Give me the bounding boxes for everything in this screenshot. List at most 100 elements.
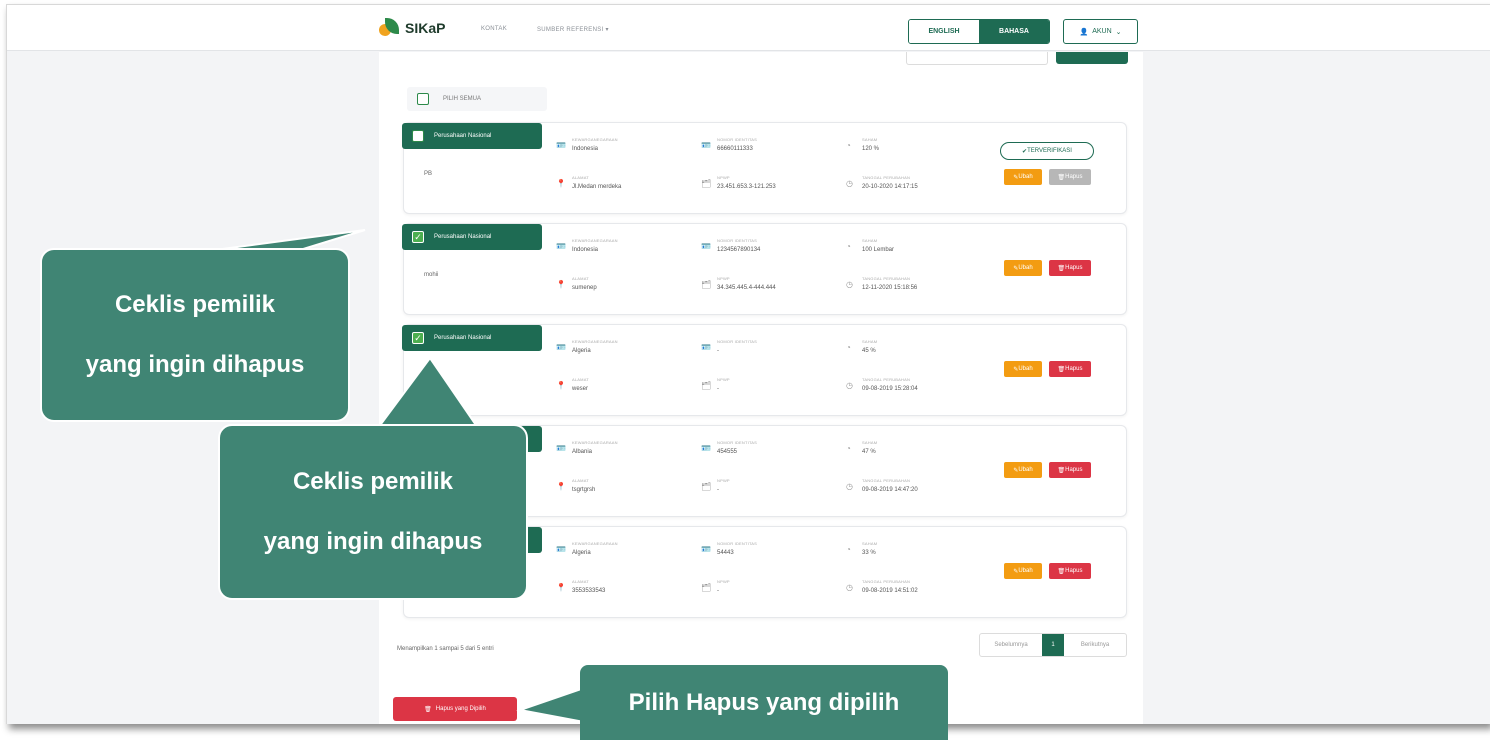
trash-icon: 🗑 [424, 706, 432, 713]
pagination-next[interactable]: Berikutnya [1064, 634, 1126, 656]
search-input[interactable] [906, 52, 1048, 65]
document-icon: 🗂 [701, 583, 712, 592]
edit-button[interactable]: ✎ Ubah [1004, 169, 1042, 185]
owner-select-checkbox[interactable] [412, 332, 424, 344]
field-date: ◷ TANGGAL PERUBAHAN 09-08-2019 14:51:02 [846, 577, 966, 607]
owner-name: PB [424, 171, 433, 177]
verified-badge: ✔ TERVERIFIKASI [1000, 142, 1094, 160]
field-value: 54443 [717, 550, 734, 556]
id-card-icon: 🪪 [701, 545, 711, 554]
pagination-page-1[interactable]: 1 [1042, 634, 1064, 656]
field-label: NPWP [717, 175, 730, 180]
field-label: SAHAM [862, 339, 878, 344]
field-label: ALAMAT [572, 377, 589, 382]
field-value: 33 % [862, 550, 876, 556]
edit-label: Ubah [1018, 568, 1033, 574]
document-icon: 🗂 [701, 280, 712, 289]
id-card-icon: 🪪 [556, 141, 566, 150]
delete-button[interactable]: 🗑 Hapus [1049, 462, 1091, 478]
field-date: ◷ TANGGAL PERUBAHAN 20-10-2020 14:17:15 [846, 173, 966, 203]
delete-button[interactable]: 🗑 Hapus [1049, 260, 1091, 276]
user-icon: 👤 [1079, 28, 1089, 36]
callout1-line2: yang ingin dihapus [85, 351, 305, 378]
owner-card: Perusahaan Nasional mohii 🪪 KEWARGANEGARAAN… [402, 223, 1127, 315]
field-value: 12-11-2020 15:18:56 [862, 285, 918, 291]
owner-type-tag: Perusahaan Nasional [402, 325, 542, 351]
pagination: Sebelumnya 1 Berikutnya [979, 633, 1127, 657]
field-label: ALAMAT [572, 175, 589, 180]
id-card-icon: 🪪 [556, 545, 566, 554]
field-nationality: 🪪 KEWARGANEGARAAN Indonesia [556, 135, 676, 165]
field-label: NOMOR IDENTITAS [717, 238, 758, 243]
field-label: NOMOR IDENTITAS [717, 440, 758, 445]
field-label: SAHAM [862, 440, 878, 445]
lang-english-button[interactable]: ENGLISH [909, 20, 979, 43]
field-value: 45 % [862, 348, 876, 354]
field-label: NOMOR IDENTITAS [717, 339, 758, 344]
field-label: TANGGAL PERUBAHAN [862, 276, 911, 281]
owner-type-tag: Perusahaan Nasional [402, 224, 542, 250]
pie-chart-icon: ◔ [846, 343, 851, 352]
nav-sumber-referensi[interactable]: SUMBER REFERENSI ▾ [537, 26, 609, 33]
field-id_number: 🪪 NOMOR IDENTITAS 66660111333 [701, 135, 821, 165]
field-date: ◷ TANGGAL PERUBAHAN 09-08-2019 15:28:04 [846, 375, 966, 405]
field-value: weser [572, 386, 589, 392]
field-label: NPWP [717, 377, 730, 382]
field-label: NOMOR IDENTITAS [717, 541, 758, 546]
field-share: ◔ SAHAM 33 % [846, 539, 966, 569]
field-label: KEWARGANEGARAAN [572, 238, 618, 243]
field-label: ALAMAT [572, 276, 589, 281]
language-switch: ENGLISH BAHASA [908, 19, 1050, 44]
owner-select-checkbox[interactable] [412, 231, 424, 243]
owner-name: mohii [424, 272, 439, 278]
search-button[interactable] [1056, 52, 1128, 64]
select-all-checkbox[interactable] [417, 93, 429, 105]
field-npwp: 🗂 NPWP - [701, 476, 821, 506]
pie-chart-icon: ◔ [846, 545, 851, 554]
callout-check-owner-2: Ceklis pemilik yang ingin dihapus [218, 424, 528, 600]
field-label: ALAMAT [572, 579, 589, 584]
field-label: SAHAM [862, 238, 878, 243]
field-value: tsgrtgrsh [572, 487, 596, 493]
logo-text: SIKaP [405, 20, 446, 36]
field-value: Algeria [572, 550, 591, 556]
edit-button[interactable]: ✎ Ubah [1004, 260, 1042, 276]
field-label: TANGGAL PERUBAHAN [862, 175, 911, 180]
delete-selected-button[interactable]: 🗑 Hapus yang Dipilih [393, 697, 517, 721]
nav-kontak[interactable]: KONTAK [481, 26, 507, 32]
field-value: - [717, 487, 719, 493]
owner-select-checkbox[interactable] [412, 130, 424, 142]
field-label: TANGGAL PERUBAHAN [862, 579, 911, 584]
account-menu-button[interactable]: 👤 AKUN ⌄ [1063, 19, 1138, 44]
delete-button[interactable]: 🗑 Hapus [1049, 361, 1091, 377]
entries-info: Menampilkan 1 sampai 5 dari 5 entri [397, 646, 494, 652]
document-icon: 🗂 [701, 482, 712, 491]
field-address: 📍 ALAMAT tsgrtgrsh [556, 476, 676, 506]
owner-list-panel: PILIH SEMUA Perusahaan Nasional PB 🪪 KEWARG… [379, 52, 1143, 724]
edit-button[interactable]: ✎ Ubah [1004, 361, 1042, 377]
field-value: 3553533543 [572, 588, 606, 594]
edit-label: Ubah [1018, 467, 1033, 473]
clock-icon: ◷ [846, 179, 853, 188]
id-card-icon: 🪪 [556, 343, 566, 352]
pie-chart-icon: ◔ [846, 242, 851, 251]
owner-card: Perusahaan Nasional 🪪 KEWARGANEGARAAN Alger… [402, 324, 1127, 416]
field-label: NPWP [717, 478, 730, 483]
delete-button[interactable]: 🗑 Hapus [1049, 563, 1091, 579]
delete-button[interactable]: 🗑 Hapus [1049, 169, 1091, 185]
sikap-logo[interactable]: SIKaP [379, 18, 445, 38]
select-all[interactable]: PILIH SEMUA [407, 87, 547, 111]
pagination-prev[interactable]: Sebelumnya [980, 634, 1042, 656]
edit-button[interactable]: ✎ Ubah [1004, 563, 1042, 579]
field-label: KEWARGANEGARAAN [572, 440, 618, 445]
delete-label: Hapus [1065, 174, 1083, 180]
field-value: 09-08-2019 14:47:20 [862, 487, 918, 493]
callout2-line1: Ceklis pemilik [292, 468, 454, 495]
lang-bahasa-button[interactable]: BAHASA [979, 20, 1049, 43]
location-icon: 📍 [556, 179, 566, 188]
field-value: 1234567890134 [717, 247, 761, 253]
id-card-icon: 🪪 [701, 343, 711, 352]
edit-button[interactable]: ✎ Ubah [1004, 462, 1042, 478]
delete-selected-label: Hapus yang Dipilih [435, 706, 486, 712]
field-nationality: 🪪 KEWARGANEGARAAN Indonesia [556, 236, 676, 266]
